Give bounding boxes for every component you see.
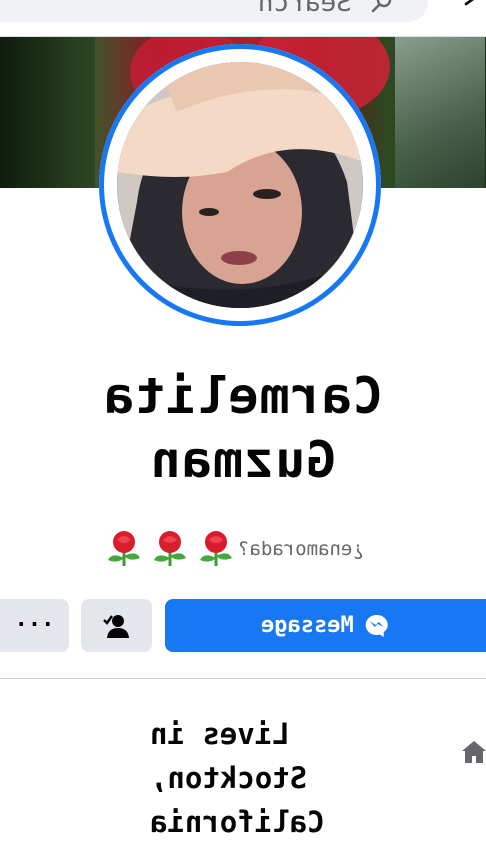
top-bar: Search: [0, 0, 486, 37]
search-placeholder: Search: [258, 0, 352, 18]
search-icon[interactable]: [370, 0, 394, 14]
nickname-row: ¿enamorada?: [104, 526, 394, 570]
rose-emoji: [154, 531, 186, 566]
home-icon: [462, 741, 486, 763]
search-input[interactable]: [0, 0, 428, 22]
avatar: [117, 62, 363, 308]
profile-picture[interactable]: [99, 44, 381, 326]
more-options-button[interactable]: ···: [0, 599, 69, 652]
more-label: ···: [14, 613, 55, 638]
divider: [0, 678, 486, 679]
message-label: Message: [261, 613, 354, 638]
lives-in-text: Lives in Stockton, California: [150, 717, 325, 839]
profile-name: Carmelita Guzman: [103, 367, 383, 489]
nickname-text: ¿enamorada?: [238, 538, 364, 560]
messenger-icon: [365, 614, 388, 637]
back-arrow-icon[interactable]: [462, 0, 484, 8]
friend-status-button[interactable]: [81, 599, 152, 652]
message-button[interactable]: Message: [165, 599, 486, 652]
rose-emoji: [108, 531, 140, 566]
friend-status-icon: [102, 614, 129, 638]
rose-emoji: [200, 531, 232, 566]
